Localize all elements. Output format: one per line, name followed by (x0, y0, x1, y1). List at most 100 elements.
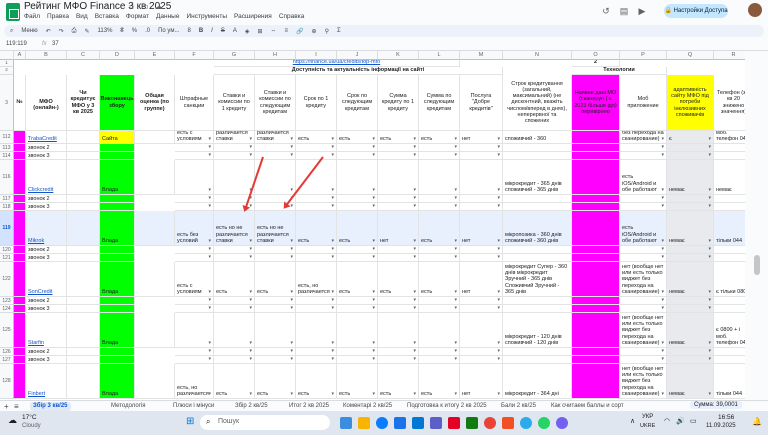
menu-item-2[interactable]: Вид (76, 13, 88, 20)
empty-cell[interactable] (337, 152, 378, 160)
row-header-127[interactable]: 127 (0, 356, 14, 364)
cell-adapt[interactable]: немає (667, 160, 714, 195)
cell-sum1[interactable] (378, 313, 419, 348)
viber-icon[interactable] (556, 417, 568, 429)
empty-cell[interactable] (714, 152, 745, 160)
pinterest-icon[interactable] (448, 417, 460, 429)
empty-cell[interactable] (255, 297, 296, 305)
empty-cell[interactable] (503, 356, 572, 364)
language-indicator[interactable]: УКР (642, 414, 653, 420)
empty-cell[interactable] (175, 246, 214, 254)
tray-chevron-icon[interactable]: ∧ (630, 417, 635, 425)
align-icon[interactable]: ≡ (285, 28, 289, 34)
empty-cell[interactable] (620, 195, 667, 203)
cell-rates1[interactable]: есть (214, 262, 255, 297)
empty-cell[interactable] (503, 254, 572, 262)
result-cell[interactable] (100, 152, 135, 160)
empty-cell[interactable] (337, 348, 378, 356)
empty-cell[interactable] (667, 144, 714, 152)
whatsapp-icon[interactable] (538, 417, 550, 429)
cell-term-loan[interactable]: мікрокредит - 365 днів споживчий - 365 д… (503, 160, 572, 195)
column-header-J[interactable]: J (337, 51, 378, 60)
row-header-112[interactable]: 112 (0, 131, 14, 144)
decimal-icon[interactable]: .0 (145, 28, 150, 34)
cell-sum1[interactable]: есть (378, 131, 419, 144)
empty-cell[interactable] (296, 144, 337, 152)
empty-cell[interactable] (214, 144, 255, 152)
empty-cell[interactable] (572, 348, 620, 356)
empty-cell[interactable] (667, 297, 714, 305)
row-header-113[interactable]: 113 (0, 144, 14, 152)
call-label[interactable]: звонок 2 (26, 297, 67, 305)
column-header-N[interactable]: N (503, 51, 572, 60)
empty-cell[interactable] (337, 195, 378, 203)
empty-cell[interactable] (378, 348, 419, 356)
credits-cell[interactable] (67, 348, 100, 356)
empty-cell[interactable] (378, 195, 419, 203)
result-cell[interactable] (100, 356, 135, 364)
office-icon[interactable] (502, 417, 514, 429)
menu-item-8[interactable]: Справка (279, 13, 305, 20)
empty-cell[interactable] (214, 254, 255, 262)
credits-cell[interactable] (67, 195, 100, 203)
empty-cell[interactable] (460, 203, 503, 211)
column-header-E[interactable]: E (135, 51, 175, 60)
empty-cell[interactable] (214, 246, 255, 254)
empty-cell[interactable] (419, 305, 460, 313)
empty-cell[interactable] (667, 152, 714, 160)
empty-cell[interactable] (572, 305, 620, 313)
cell-adapt[interactable]: немає (667, 211, 714, 246)
empty-cell[interactable] (419, 195, 460, 203)
empty-cell[interactable] (337, 144, 378, 152)
sheet-tab-1[interactable]: Методологія (108, 402, 148, 411)
row-header-128[interactable]: 128 (0, 364, 14, 399)
empty-cell[interactable] (419, 254, 460, 262)
row-header-126[interactable]: 126 (0, 348, 14, 356)
empty-cell[interactable] (620, 254, 667, 262)
mfo-name-link[interactable]: TrabaCredit (26, 131, 67, 144)
credits-cell[interactable] (67, 356, 100, 364)
empty-cell[interactable] (296, 246, 337, 254)
empty-cell[interactable] (255, 356, 296, 364)
empty-cell[interactable] (419, 152, 460, 160)
empty-cell[interactable] (296, 348, 337, 356)
cell-phone[interactable]: є тільки 0800 (714, 262, 745, 297)
empty-cell[interactable] (714, 195, 745, 203)
empty-cell[interactable] (255, 254, 296, 262)
sheets-logo-icon[interactable] (6, 3, 20, 21)
empty-cell[interactable] (337, 305, 378, 313)
sheet-tab-4[interactable]: Итог 2 кв 2025 (286, 402, 332, 411)
comment-icon[interactable]: ▤ (618, 5, 630, 17)
cell-phone[interactable]: тільки 044 (714, 211, 745, 246)
empty-cell[interactable] (296, 254, 337, 262)
result-cell[interactable] (100, 305, 135, 313)
cell-mobile[interactable]: есть iOS/Android и обе работают (620, 160, 667, 195)
total-cell[interactable] (135, 262, 175, 297)
row-header-118[interactable]: 118 (0, 203, 14, 211)
empty-cell[interactable] (255, 348, 296, 356)
verif-cell[interactable] (572, 131, 620, 144)
cell-mobile[interactable]: есть iOS/Android и обе работают (620, 211, 667, 246)
empty-cell[interactable] (667, 195, 714, 203)
empty-cell[interactable] (572, 203, 620, 211)
empty-cell[interactable] (667, 348, 714, 356)
credits-cell[interactable] (67, 144, 100, 152)
empty-cell[interactable] (175, 297, 214, 305)
zoom-select[interactable]: 113% (98, 28, 113, 34)
cell-fines[interactable] (175, 160, 214, 195)
cell-sum2[interactable] (419, 160, 460, 195)
credits-cell[interactable] (67, 313, 100, 348)
empty-cell[interactable] (503, 297, 572, 305)
result-cell[interactable]: Влада (100, 211, 135, 246)
empty-cell[interactable] (714, 246, 745, 254)
empty-cell[interactable] (714, 305, 745, 313)
credits-cell[interactable] (67, 297, 100, 305)
cell-adapt[interactable]: немає (667, 262, 714, 297)
menu-item-7[interactable]: Расширения (234, 13, 272, 20)
windows-start-icon[interactable]: ⊞ (186, 416, 194, 427)
empty-cell[interactable] (214, 356, 255, 364)
empty-cell[interactable] (503, 152, 572, 160)
mfo-name-link[interactable]: Starfin (26, 313, 67, 348)
empty-cell[interactable] (460, 246, 503, 254)
cell-loyalty[interactable] (460, 160, 503, 195)
